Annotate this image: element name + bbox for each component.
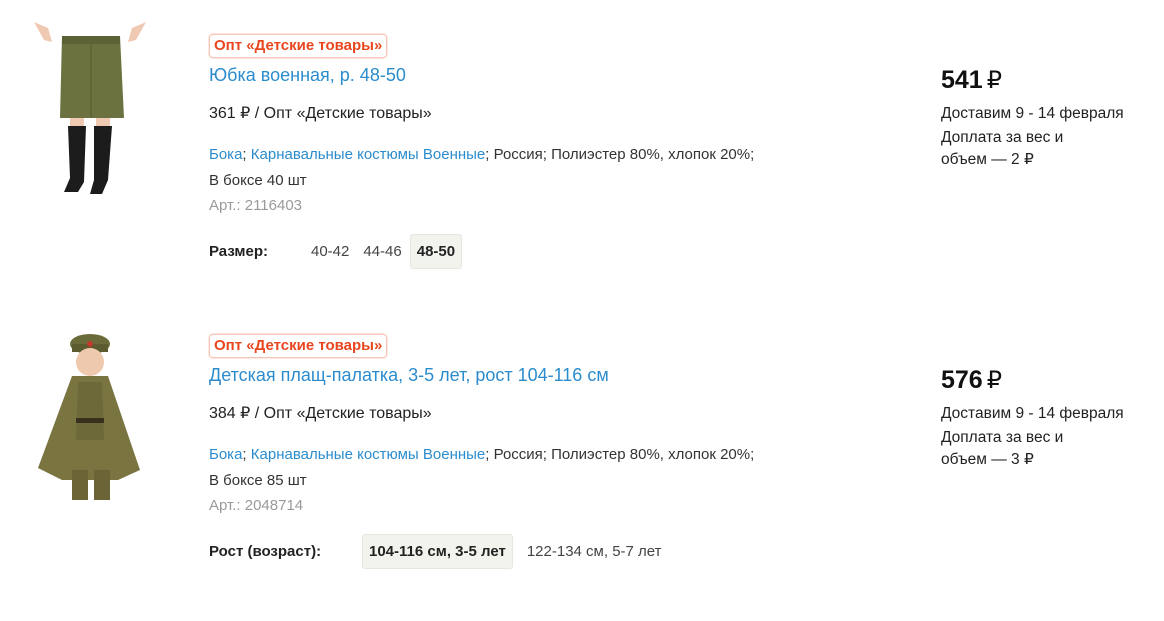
size-option-44-46[interactable]: 44-46 [357, 235, 407, 268]
product-meta: Бока; Карнавальные костюмы Военные; Росс… [209, 442, 849, 494]
price-value: 541 [941, 66, 983, 94]
height-selector: Рост (возраст): 104-116 см, 3-5 лет 122-… [209, 534, 869, 569]
cape-photo [38, 334, 140, 500]
category-link-boka[interactable]: Бока [209, 146, 242, 163]
weight-surcharge-currency: ₽ [1024, 451, 1034, 468]
size-selector: Размер: 40-42 44-46 48-50 [209, 234, 869, 269]
wholesale-price: 384 ₽ / Опт «Детские товары» [209, 404, 869, 424]
category-link-costumes[interactable]: Карнавальные костюмы Военные [251, 446, 486, 463]
product-info: Опт «Детские товары» Юбка военная, р. 48… [209, 34, 869, 269]
height-option-104-116[interactable]: 104-116 см, 3-5 лет [362, 534, 513, 569]
currency-sign: ₽ [240, 405, 251, 422]
product-image-cape[interactable] [22, 330, 162, 510]
price-currency: ₽ [986, 367, 1002, 394]
price-box: 576 ₽ Доставим 9 - 14 февраля Доплата за … [941, 364, 1151, 471]
price-value: 576 [941, 366, 983, 394]
price: 541 ₽ [941, 64, 1151, 97]
meta-details: ; Россия; Полиэстер 80%, хлопок 20%; [485, 446, 755, 463]
box-quantity: В боксе 40 шт [209, 172, 307, 189]
size-option-40-42[interactable]: 40-42 [305, 235, 355, 268]
price: 576 ₽ [941, 364, 1151, 397]
price-currency: ₽ [986, 67, 1002, 94]
seller-badge[interactable]: Опт «Детские товары» [209, 34, 388, 58]
wholesale-price-value: 361 [209, 105, 236, 122]
product-card: Опт «Детские товары» Юбка военная, р. 48… [0, 0, 1164, 300]
price-box: 541 ₽ Доставим 9 - 14 февраля Доплата за … [941, 64, 1151, 171]
wholesale-price: 361 ₽ / Опт «Детские товары» [209, 104, 869, 124]
size-option-48-50[interactable]: 48-50 [409, 234, 463, 269]
meta-details: ; Россия; Полиэстер 80%, хлопок 20%; [485, 146, 755, 163]
wholesale-price-value: 384 [209, 405, 236, 422]
meta-separator: ; [242, 146, 251, 163]
weight-surcharge-currency: ₽ [1024, 151, 1034, 168]
variant-label: Рост (возраст): [209, 543, 322, 560]
weight-surcharge: Доплата за вес и объем — 2 ₽ [941, 127, 1111, 171]
product-title-link[interactable]: Детская плащ-палатка, 3-5 лет, рост 104-… [209, 364, 869, 386]
product-info: Опт «Детские товары» Детская плащ-палатк… [209, 334, 869, 569]
currency-sign: ₽ [240, 105, 251, 122]
product-title-link[interactable]: Юбка военная, р. 48-50 [209, 64, 869, 86]
box-quantity: В боксе 85 шт [209, 472, 307, 489]
sku: Арт.: 2048714 [209, 497, 304, 514]
skirt-photo [34, 22, 146, 194]
meta-separator: ; [242, 446, 251, 463]
weight-surcharge-text: Доплата за вес и объем — 2 [941, 129, 1064, 168]
variant-label: Размер: [209, 243, 269, 260]
wholesale-seller: / Опт «Детские товары» [250, 405, 432, 422]
category-link-costumes[interactable]: Карнавальные костюмы Военные [251, 146, 486, 163]
delivery-dates: Доставим 9 - 14 февраля [941, 405, 1124, 422]
category-link-boka[interactable]: Бока [209, 446, 242, 463]
weight-surcharge-text: Доплата за вес и объем — 3 [941, 429, 1064, 468]
weight-surcharge: Доплата за вес и объем — 3 ₽ [941, 427, 1111, 471]
delivery-dates: Доставим 9 - 14 февраля [941, 105, 1124, 122]
height-option-122-134[interactable]: 122-134 см, 5-7 лет [521, 535, 668, 568]
seller-badge[interactable]: Опт «Детские товары» [209, 334, 388, 358]
sku: Арт.: 2116403 [209, 197, 303, 214]
product-meta: Бока; Карнавальные костюмы Военные; Росс… [209, 142, 849, 194]
wholesale-seller: / Опт «Детские товары» [250, 105, 432, 122]
product-image-skirt[interactable] [22, 22, 162, 202]
